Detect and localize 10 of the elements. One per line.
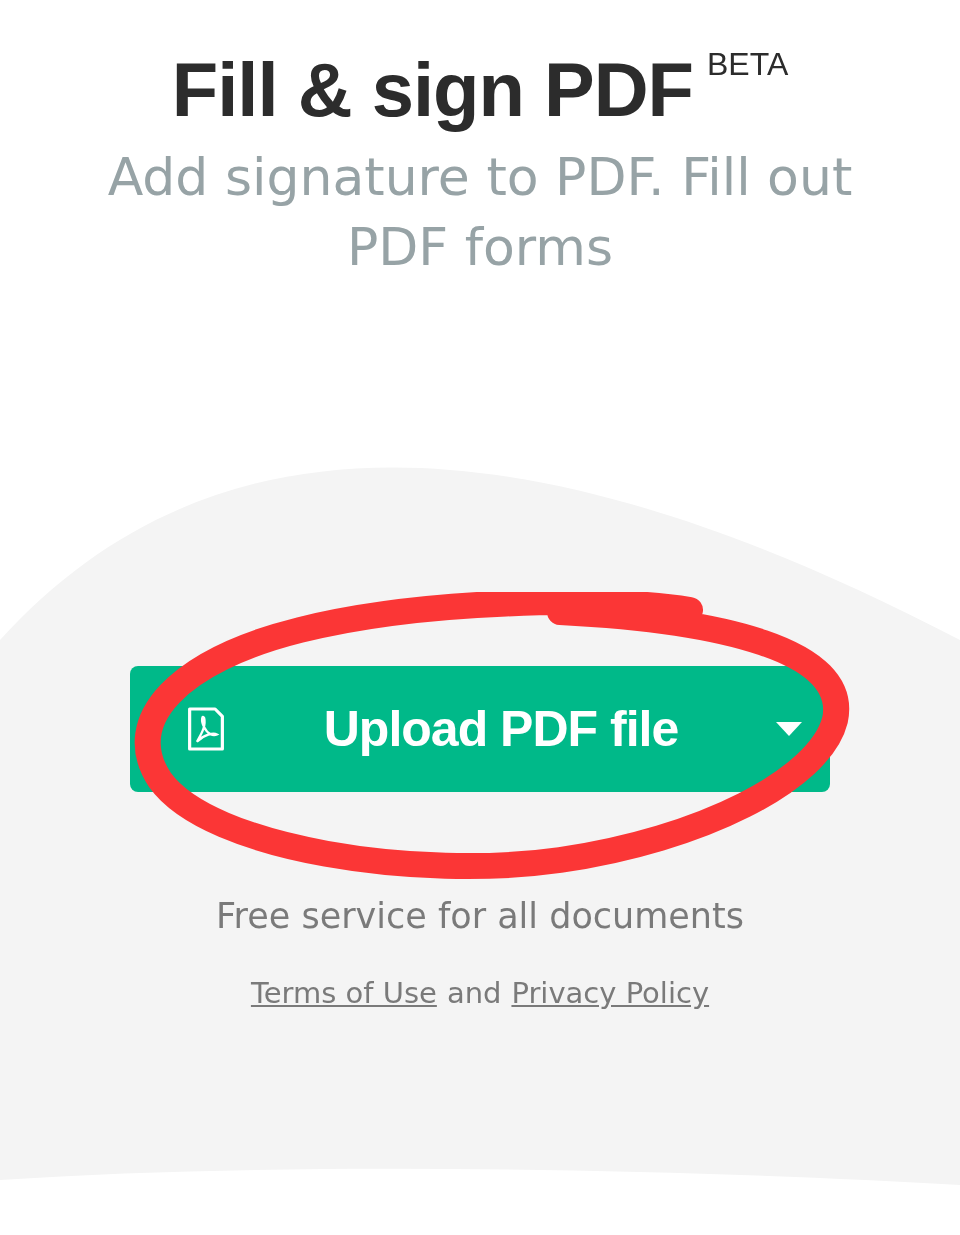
pdf-file-icon <box>186 705 226 753</box>
terms-link[interactable]: Terms of Use <box>250 976 437 1010</box>
subtitle: Add signature to PDF. Fill out PDF forms <box>106 146 854 279</box>
legal-text: and <box>446 976 502 1010</box>
service-note: Free service for all documents <box>216 896 744 936</box>
caret-icon <box>776 722 802 736</box>
upload-button[interactable]: Upload PDF file <box>130 666 830 792</box>
page-title: Fill & sign PDF <box>171 46 693 134</box>
privacy-link[interactable]: Privacy Policy <box>511 976 710 1010</box>
beta-label: BETA <box>707 46 789 83</box>
